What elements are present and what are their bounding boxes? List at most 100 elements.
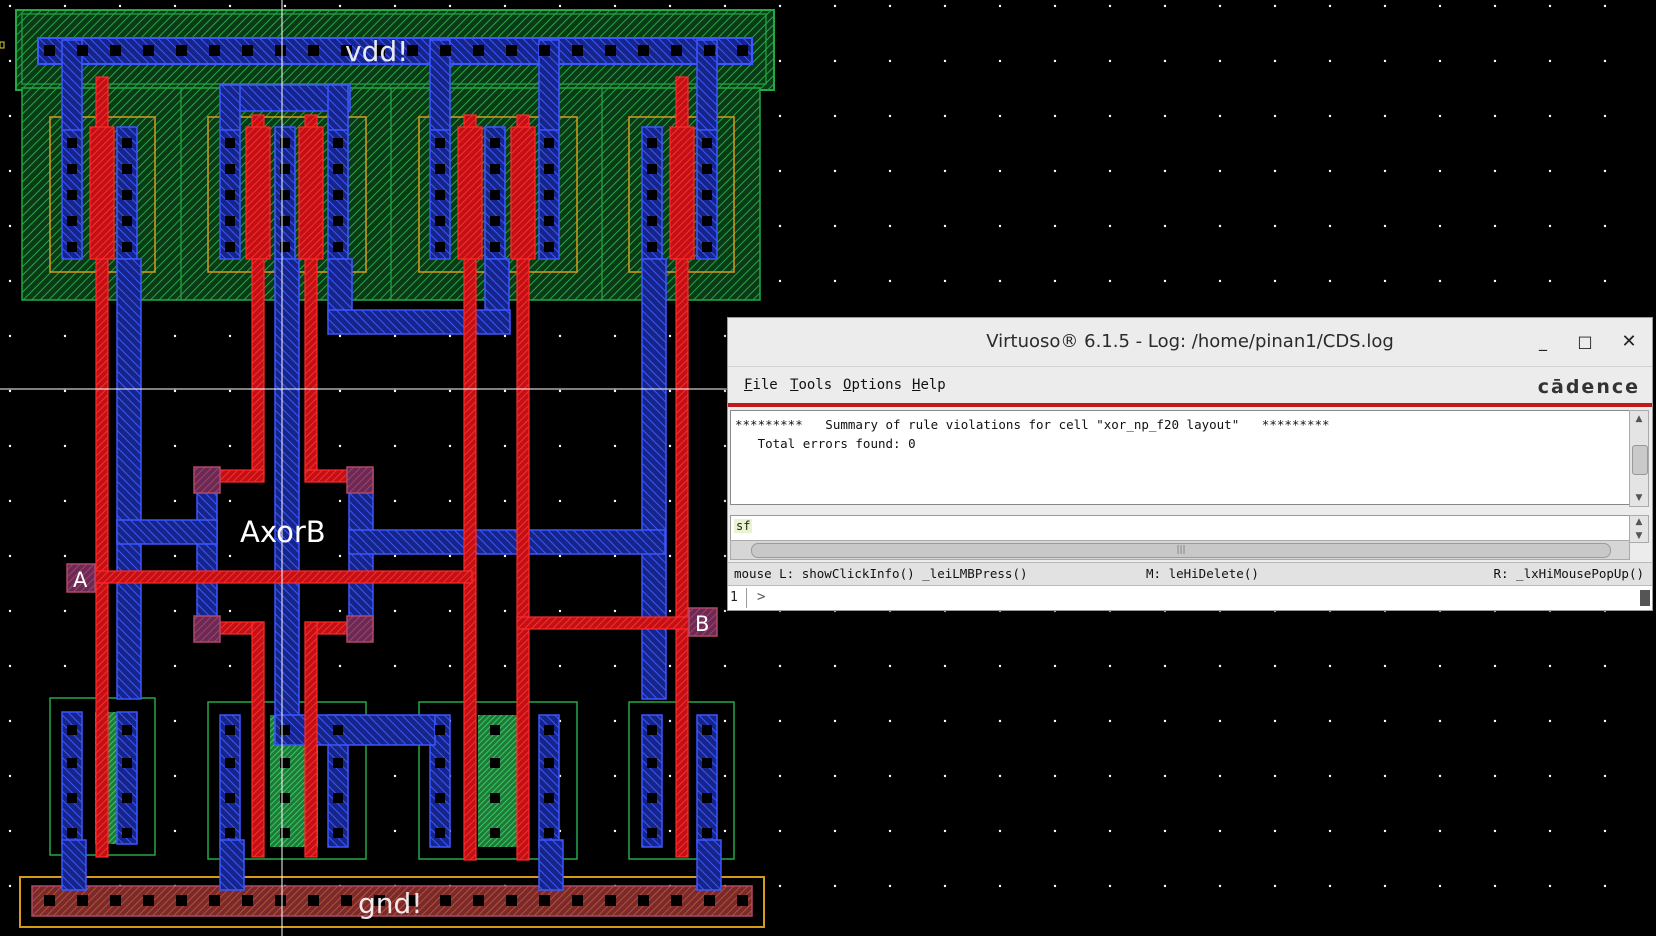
contact-square [544, 242, 554, 252]
brand-divider [728, 403, 1652, 407]
pin-label-vdd: vdd! [345, 35, 408, 68]
maximize-button[interactable]: □ [1572, 330, 1598, 354]
contact-square [737, 895, 748, 906]
contact-square [702, 828, 712, 838]
menu-tools[interactable]: Tools [790, 377, 832, 393]
horizontal-scrollbar[interactable]: ||| [730, 540, 1630, 560]
contact-square [490, 138, 500, 148]
contact-square [506, 45, 517, 56]
contact-square [67, 138, 77, 148]
contact-square [490, 793, 500, 803]
contact-square [702, 725, 712, 735]
prompt-scroll-icon[interactable] [1640, 590, 1650, 606]
contact-square [544, 216, 554, 226]
contact-square [122, 242, 132, 252]
log-text: ********* Summary of rule violations for… [735, 415, 1330, 453]
contact-square [122, 793, 132, 803]
contact-square [647, 138, 657, 148]
contact-square [225, 758, 235, 768]
log-output-pane[interactable]: ********* Summary of rule violations for… [730, 410, 1630, 505]
contact-square [572, 45, 583, 56]
contact-square [544, 828, 554, 838]
scroll-up-arrow-icon[interactable]: ▲ [1630, 516, 1648, 528]
contact-square [440, 895, 451, 906]
scroll-down-arrow-icon[interactable]: ▼ [1630, 490, 1648, 506]
status-right-mouse: R: _lxHiMousePopUp() [1493, 566, 1644, 581]
contact-square [333, 164, 343, 174]
scroll-up-arrow-icon[interactable]: ▲ [1630, 411, 1648, 427]
cadence-logo: cādence [1537, 376, 1640, 398]
close-button[interactable]: ✕ [1616, 330, 1642, 354]
status-left-mouse: mouse L: showClickInfo() _leiLMBPress() [734, 566, 1028, 581]
contact-square [67, 758, 77, 768]
contact-square [67, 242, 77, 252]
contact-square [638, 45, 649, 56]
contact-square [176, 45, 187, 56]
contact-square [702, 216, 712, 226]
contact-square [333, 758, 343, 768]
contact-square [647, 828, 657, 838]
contact-square [702, 164, 712, 174]
horizontal-scroll-thumb[interactable]: ||| [751, 543, 1611, 558]
window-title: Virtuoso® 6.1.5 - Log: /home/pinan1/CDS.… [986, 331, 1394, 352]
minimize-button[interactable]: _ [1530, 330, 1556, 354]
menu-help[interactable]: Help [912, 377, 946, 393]
contact-square [647, 216, 657, 226]
pin-label-b: B [695, 612, 709, 636]
prompt-bar[interactable]: 1 > [728, 585, 1652, 610]
menu-options[interactable]: Options [843, 377, 902, 393]
contact-square [225, 242, 235, 252]
contact-square [333, 828, 343, 838]
contact-square [435, 164, 445, 174]
contact-square [122, 216, 132, 226]
contact-square [308, 45, 319, 56]
contact-square [44, 45, 55, 56]
contact-square [539, 895, 550, 906]
contact-square [702, 190, 712, 200]
contact-square [647, 793, 657, 803]
menu-file[interactable]: File [744, 377, 778, 393]
contact-square [605, 45, 616, 56]
contact-square [435, 758, 445, 768]
contact-square [638, 895, 649, 906]
contact-square [143, 895, 154, 906]
menu-bar: File Tools Options Help cādence [728, 367, 1652, 403]
contact-square [225, 725, 235, 735]
command-input[interactable]: sf [730, 515, 1630, 541]
contact-square [435, 138, 445, 148]
contact-square [702, 793, 712, 803]
contact-square [176, 895, 187, 906]
contact-square [704, 895, 715, 906]
contact-square [225, 164, 235, 174]
input-vertical-scrollbar[interactable]: ▲ ▼ [1629, 515, 1649, 543]
contact-square [67, 164, 77, 174]
contact-square [122, 164, 132, 174]
contact-square [122, 725, 132, 735]
contact-square [647, 758, 657, 768]
contact-square [67, 190, 77, 200]
contact-square [435, 242, 445, 252]
contact-square [544, 793, 554, 803]
contact-square [225, 828, 235, 838]
contact-square [407, 45, 418, 56]
contact-square [647, 190, 657, 200]
log-window-titlebar[interactable]: Virtuoso® 6.1.5 - Log: /home/pinan1/CDS.… [728, 318, 1652, 367]
contact-square [490, 164, 500, 174]
scroll-down-arrow-icon[interactable]: ▼ [1630, 530, 1648, 542]
contact-square [490, 216, 500, 226]
contact-square [333, 190, 343, 200]
scroll-thumb[interactable] [1632, 445, 1648, 475]
contact-square [225, 190, 235, 200]
contact-square [275, 895, 286, 906]
log-window[interactable]: Virtuoso® 6.1.5 - Log: /home/pinan1/CDS.… [727, 317, 1653, 611]
contact-square [702, 758, 712, 768]
contact-square [77, 45, 88, 56]
contact-square [473, 895, 484, 906]
command-input-text: sf [734, 519, 753, 533]
contact-square [225, 138, 235, 148]
contact-square [473, 45, 484, 56]
log-vertical-scrollbar[interactable]: ▲ ▼ [1629, 410, 1649, 507]
contact-square [544, 164, 554, 174]
log-line: ********* Summary of rule violations for… [735, 417, 1330, 432]
contact-square [77, 895, 88, 906]
